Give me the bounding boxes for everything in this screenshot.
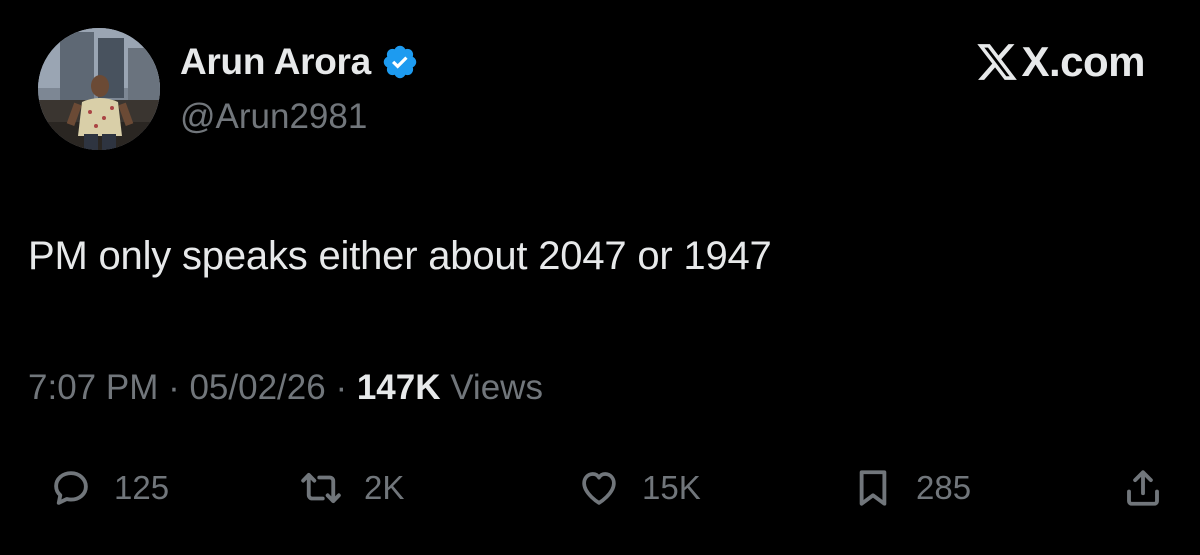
tweet-date[interactable]: 05/02/26 bbox=[189, 368, 325, 408]
share-icon bbox=[1127, 470, 1159, 506]
author-display-name[interactable]: Arun Arora bbox=[180, 41, 371, 83]
reply-button[interactable]: 125 bbox=[50, 460, 169, 516]
like-button[interactable]: 15K bbox=[578, 460, 701, 516]
x-logo-icon bbox=[975, 40, 1019, 84]
tweet-actions: 125 2K 15K 285 bbox=[0, 460, 1200, 516]
bookmark-count: 285 bbox=[916, 469, 972, 506]
tweet-time[interactable]: 7:07 PM bbox=[28, 368, 158, 408]
author-name-row: Arun Arora bbox=[180, 40, 419, 84]
avatar-photo bbox=[38, 28, 160, 150]
reply-icon bbox=[54, 471, 88, 505]
views-count: 147K bbox=[356, 368, 441, 407]
brand-label: X.com bbox=[1021, 38, 1145, 85]
tweet-text: PM only speaks either about 2047 or 1947 bbox=[28, 234, 772, 278]
reply-count: 125 bbox=[114, 469, 170, 506]
meta-separator: · bbox=[325, 368, 357, 407]
author-handle[interactable]: @Arun2981 bbox=[180, 97, 367, 137]
repost-button[interactable]: 2K bbox=[300, 460, 404, 516]
like-count: 15K bbox=[642, 469, 701, 506]
avatar[interactable] bbox=[38, 28, 160, 150]
repost-count: 2K bbox=[364, 469, 405, 506]
heart-icon bbox=[582, 472, 616, 505]
brand-logo: X.com bbox=[975, 38, 1145, 86]
meta-separator: · bbox=[158, 368, 190, 407]
share-button[interactable] bbox=[1122, 460, 1164, 516]
bookmark-icon bbox=[859, 470, 887, 506]
tweet-meta: 7:07 PM · 05/02/26 · 147K Views bbox=[28, 368, 543, 408]
bookmark-button[interactable]: 285 bbox=[852, 460, 971, 516]
repost-icon bbox=[301, 472, 341, 504]
views-label: Views bbox=[440, 368, 543, 407]
verified-badge-icon[interactable] bbox=[381, 43, 419, 81]
